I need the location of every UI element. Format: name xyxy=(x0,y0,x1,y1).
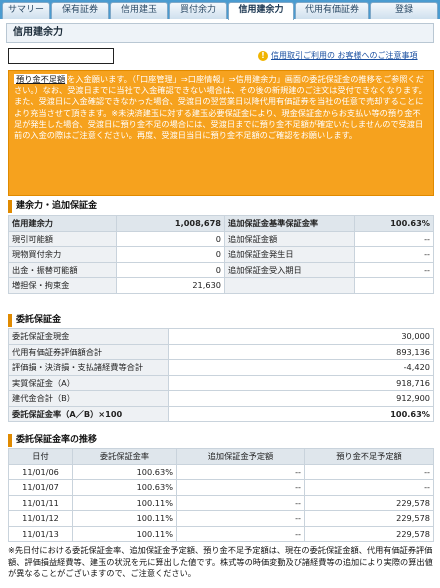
row-label: 実質保証金（A） xyxy=(8,374,169,391)
footnote: ※先日付における委託保証金率、追加保証金予定額、預り金不足予定額は、現在の委託保… xyxy=(8,545,433,578)
table-cell: -- xyxy=(176,494,305,511)
tab-bar: サマリー 保有証券 信用建玉 買付余力 信用建余力 代用有価証券 登録 xyxy=(0,0,440,20)
table-cell: 11/01/06 xyxy=(8,463,73,480)
table-cell: -- xyxy=(176,525,305,542)
account-number-box xyxy=(8,48,114,64)
row-label: 委託保証金現金 xyxy=(8,328,169,345)
warning-link[interactable]: 預り金不足額 xyxy=(14,74,68,84)
row-value: 893,136 xyxy=(168,343,434,360)
table-cell: 11/01/07 xyxy=(8,479,73,496)
row-value: 0 xyxy=(116,230,225,247)
table-cell: 11/01/13 xyxy=(8,525,73,542)
row-value: -4,420 xyxy=(168,359,434,376)
column-header: 預り金不足予定額 xyxy=(304,448,434,465)
table-cell: 100.11% xyxy=(72,510,177,527)
info-icon: ! xyxy=(258,50,268,61)
row-label: 追加保証金額 xyxy=(224,230,355,247)
row-label: 評価損・決済損・支払諸経費等合計 xyxy=(8,359,169,376)
row-label: 追加保証金発生日 xyxy=(224,246,355,263)
table-cell: 229,578 xyxy=(304,494,434,511)
row-label: 信用建余力 xyxy=(8,215,117,232)
table-row: 11/01/06 100.63% -- -- xyxy=(8,463,434,480)
row-label: 建代金合計（B） xyxy=(8,390,169,407)
table-cell: -- xyxy=(176,479,305,496)
table-row: 11/01/07 100.63% -- -- xyxy=(8,479,434,496)
tab-margin-positions[interactable]: 信用建玉 xyxy=(110,2,168,19)
row-value xyxy=(354,277,434,294)
row-value: -- xyxy=(354,261,434,278)
margin-capacity-table: 信用建余力 1,008,678 追加保証金基準保証金率 100.63% 現引可能額 0 追加… xyxy=(8,215,434,294)
table-row: 11/01/12 100.11% -- 229,578 xyxy=(8,510,434,527)
page-title: 信用建余力 xyxy=(6,23,434,43)
table-row: 現引可能額 0 追加保証金額 -- xyxy=(8,230,434,247)
warning-box: 預り金不足額 を入金願います。（「口座管理」⇒口座情報」⇒信用建余力」画面の委託保… xyxy=(8,70,434,196)
table-row: 11/01/11 100.11% -- 229,578 xyxy=(8,494,434,511)
table-row: 評価損・決済損・支払諸経費等合計 -4,420 xyxy=(8,359,434,376)
row-value: 30,000 xyxy=(168,328,434,345)
table-header-row: 日付 委託保証金率 追加保証金予定額 預り金不足予定額 xyxy=(8,448,434,465)
row-value: 100.63% xyxy=(168,405,434,422)
tab-buying-power[interactable]: 買付余力 xyxy=(169,2,227,19)
history-table: 日付 委託保証金率 追加保証金予定額 預り金不足予定額 11/01/06 100.63% -… xyxy=(8,448,434,542)
table-cell: 11/01/12 xyxy=(8,510,73,527)
table-row: 出金・振替可能額 0 追加保証金受入期日 -- xyxy=(8,261,434,278)
table-row: 建代金合計（B） 912,900 xyxy=(8,390,434,407)
row-value: 918,716 xyxy=(168,374,434,391)
row-value: 100.63% xyxy=(354,215,434,232)
tab-register[interactable]: 登録 xyxy=(370,2,438,19)
table-cell: -- xyxy=(176,463,305,480)
table-row: 信用建余力 1,008,678 追加保証金基準保証金率 100.63% xyxy=(8,215,434,232)
table-row: 増担保・拘束金 21,630 xyxy=(8,277,434,294)
table-cell: -- xyxy=(304,463,434,480)
tab-collateral-securities[interactable]: 代用有価証券 xyxy=(295,2,369,19)
row-label: 増担保・拘束金 xyxy=(8,277,117,294)
row-label: 追加保証金受入期日 xyxy=(224,261,355,278)
table-cell: 229,578 xyxy=(304,525,434,542)
table-cell: 229,578 xyxy=(304,510,434,527)
table-row: 代用有価証券評価額合計 893,136 xyxy=(8,343,434,360)
notice-link[interactable]: ! 信用取引ご利用の お客様へのご注意事項 xyxy=(258,50,418,61)
notice-link-label: 信用取引ご利用の お客様へのご注意事項 xyxy=(271,51,418,60)
deposit-table: 委託保証金現金 30,000 代用有価証券評価額合計 893,136 評価損・決済損・支… xyxy=(8,328,434,422)
table-row: 現物買付余力 0 追加保証金発生日 -- xyxy=(8,246,434,263)
tab-margin-capacity[interactable]: 信用建余力 xyxy=(228,2,294,20)
section-history-title: 委託保証金率の推移 xyxy=(8,434,434,447)
row-value: -- xyxy=(354,246,434,263)
row-value: 912,900 xyxy=(168,390,434,407)
warning-text: を入金願います。（「口座管理」⇒口座情報」⇒信用建余力」画面の委託保証金の推移を… xyxy=(14,74,427,141)
row-value: 21,630 xyxy=(116,277,225,294)
tab-holdings[interactable]: 保有証券 xyxy=(51,2,109,19)
row-label: 代用有価証券評価額合計 xyxy=(8,343,169,360)
row-value: 0 xyxy=(116,246,225,263)
column-header: 委託保証金率 xyxy=(72,448,177,465)
table-cell: 100.11% xyxy=(72,494,177,511)
row-value: 0 xyxy=(116,261,225,278)
column-header: 追加保証金予定額 xyxy=(176,448,305,465)
section-deposit-title: 委託保証金 xyxy=(8,314,434,327)
section-margin-title: 建余力・追加保証金 xyxy=(8,200,434,213)
table-cell: -- xyxy=(304,479,434,496)
table-row: 委託保証金現金 30,000 xyxy=(8,328,434,345)
table-row: 実質保証金（A） 918,716 xyxy=(8,374,434,391)
column-header: 日付 xyxy=(8,448,73,465)
table-row: 委託保証金率（A／B）×100 100.63% xyxy=(8,405,434,422)
row-value: -- xyxy=(354,230,434,247)
row-label: 追加保証金基準保証金率 xyxy=(224,215,355,232)
table-cell: 100.11% xyxy=(72,525,177,542)
row-value: 1,008,678 xyxy=(116,215,225,232)
row-label: 現引可能額 xyxy=(8,230,117,247)
row-label: 出金・振替可能額 xyxy=(8,261,117,278)
table-cell: 11/01/11 xyxy=(8,494,73,511)
table-cell: 100.63% xyxy=(72,479,177,496)
table-cell: 100.63% xyxy=(72,463,177,480)
row-label: 委託保証金率（A／B）×100 xyxy=(8,405,169,422)
row-label: 現物買付余力 xyxy=(8,246,117,263)
tab-summary[interactable]: サマリー xyxy=(2,2,50,19)
table-cell: -- xyxy=(176,510,305,527)
table-row: 11/01/13 100.11% -- 229,578 xyxy=(8,525,434,542)
row-label xyxy=(224,277,355,294)
